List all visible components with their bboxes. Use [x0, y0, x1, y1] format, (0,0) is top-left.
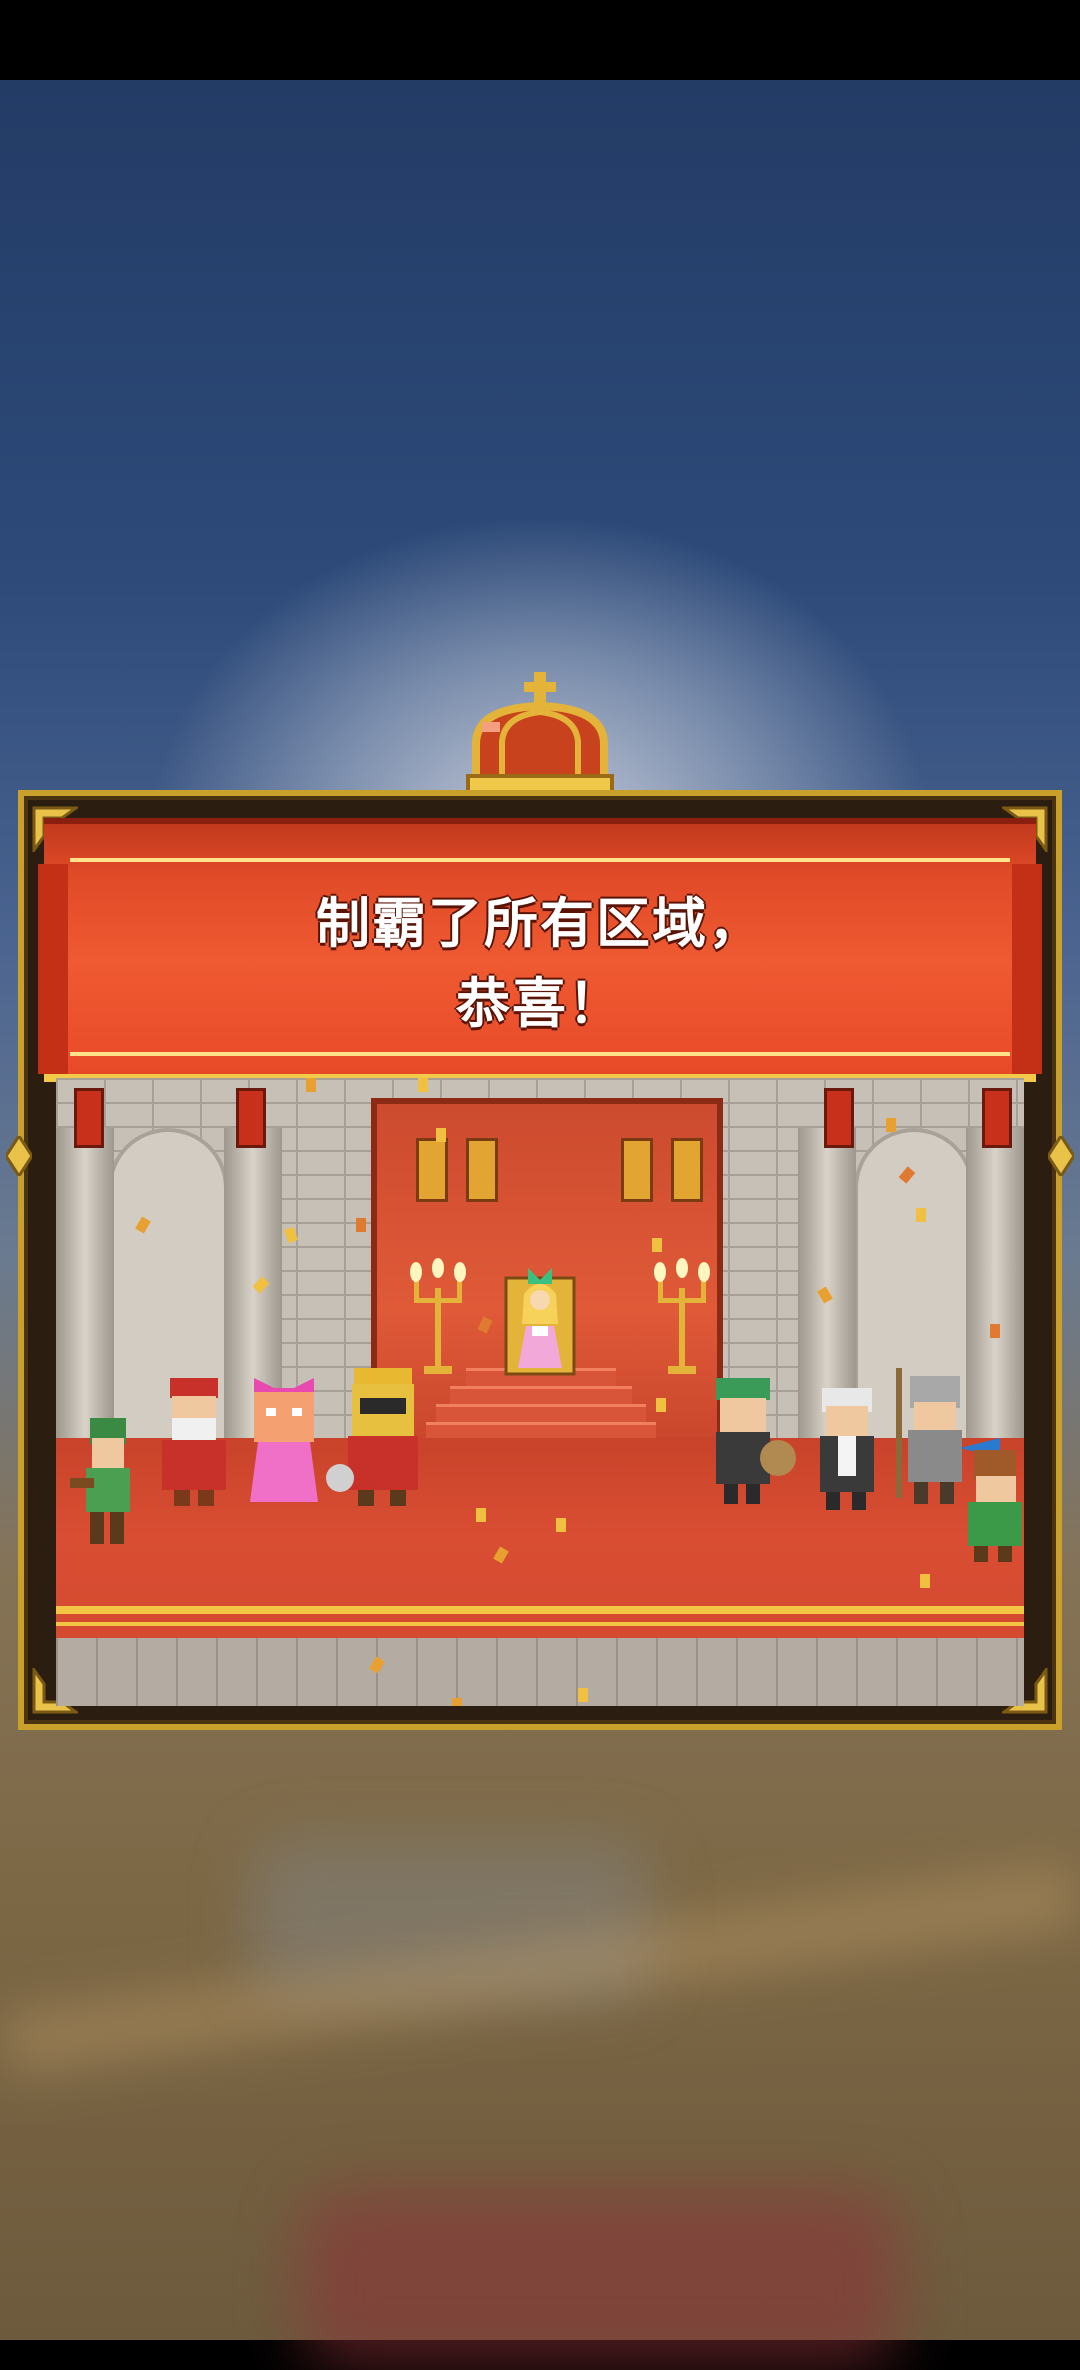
- confetti: [656, 1398, 666, 1412]
- spear-soldier: [896, 1368, 962, 1504]
- red-wall-flag: [824, 1088, 854, 1148]
- candelabra: [654, 1258, 710, 1374]
- title-banner: 制霸了所有区域， 恭喜！: [38, 818, 1042, 1082]
- confetti: [418, 1078, 428, 1092]
- pink-bow-girl: [250, 1378, 318, 1502]
- throne-princess: [504, 1268, 576, 1376]
- confetti: [652, 1238, 662, 1252]
- throne-room-scene: [56, 1078, 1024, 1706]
- candelabra: [410, 1258, 466, 1374]
- green-hat-merchant: [716, 1378, 796, 1504]
- green-archer: [70, 1418, 130, 1544]
- red-wall-flag: [236, 1088, 266, 1148]
- confetti: [556, 1518, 566, 1532]
- confetti: [578, 1688, 588, 1702]
- green-hunter: [960, 1438, 1022, 1562]
- message-line-1: 制霸了所有区域，: [316, 892, 764, 955]
- frame-side-stud: [6, 1136, 32, 1176]
- crown-icon: [466, 672, 614, 800]
- banner-flag: [621, 1138, 653, 1202]
- congratulation-message: 制霸了所有区域， 恭喜！: [44, 884, 1036, 1044]
- background-terrain: [300, 2190, 900, 2370]
- frame-side-stud: [1048, 1136, 1074, 1176]
- red-wall-flag: [982, 1088, 1012, 1148]
- confetti: [886, 1118, 896, 1132]
- red-wall-flag: [74, 1088, 104, 1148]
- confetti: [452, 1698, 462, 1706]
- message-line-2: 恭喜！: [456, 972, 624, 1035]
- victory-dialog: 制霸了所有区域， 恭喜！: [6, 790, 1074, 1730]
- throne-stairs: [426, 1368, 656, 1444]
- confetti: [436, 1128, 446, 1142]
- gold-helmet-knight: [326, 1368, 418, 1506]
- confetti: [920, 1574, 930, 1588]
- confetti: [916, 1208, 926, 1222]
- confetti: [356, 1218, 366, 1232]
- banner-flag: [671, 1138, 703, 1202]
- elder-scholar: [820, 1388, 874, 1510]
- confetti: [990, 1324, 1000, 1338]
- status-bar: [0, 0, 1080, 80]
- banner-flag: [466, 1138, 498, 1202]
- red-bearded-king: [162, 1378, 226, 1506]
- stone-floor: [56, 1638, 1024, 1706]
- confetti: [476, 1508, 486, 1522]
- confetti: [306, 1078, 316, 1092]
- banner-flag: [416, 1138, 448, 1202]
